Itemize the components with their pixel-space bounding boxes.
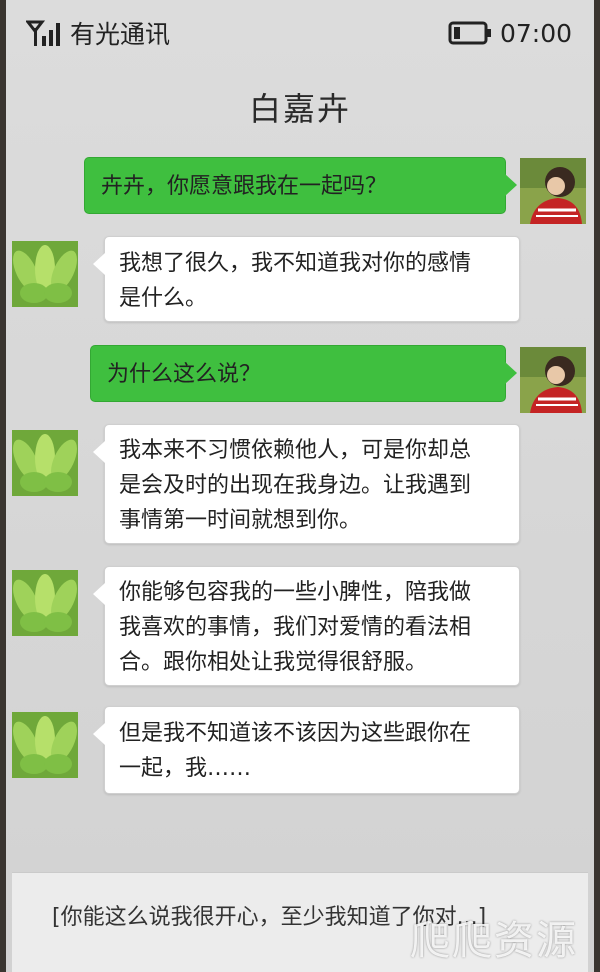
message-bubble-sent[interactable]: 为什么这么说？ [90,345,517,402]
battery-icon [448,21,492,45]
status-bar: 有光通讯 07:00 [12,0,588,66]
message-bubble-sent[interactable]: 卉卉，你愿意跟我在一起吗？ [84,157,517,214]
my-avatar[interactable] [520,158,586,224]
contact-avatar[interactable] [12,430,78,496]
status-right: 07:00 [448,19,572,48]
phone-screen: 有光通讯 07:00 白嘉卉 卉卉，你愿意跟我在一起吗？ 我想了很久，我不知道我… [0,0,600,972]
message-bubble-received[interactable]: 但是我不知道该不该因为这些跟你在 一起，我…… [93,706,520,794]
contact-avatar[interactable] [12,241,78,307]
signal-icon [24,18,64,48]
my-avatar[interactable] [520,347,586,413]
message-bubble-received[interactable]: 我本来不习惯依赖他人，可是你却总 是会及时的出现在我身边。让我遇到 事情第一时间… [93,424,520,544]
watermark: 爬爬资源 [410,918,578,964]
carrier-name: 有光通讯 [70,20,171,49]
chat-title: 白嘉卉 [248,90,351,128]
reply-option-bar[interactable]: [你能这么说我很开心，至少我知道了你对...] 爬爬资源 [12,872,588,972]
contact-avatar[interactable] [12,570,78,636]
clock: 07:00 [499,18,572,48]
message-bubble-received[interactable]: 你能够包容我的一些小脾性，陪我做 我喜欢的事情，我们对爱情的看法相 合。跟你相处… [93,566,520,686]
message-bubble-received[interactable]: 我想了很久，我不知道我对你的感情 是什么。 [93,236,520,322]
status-left: 有光通讯 [24,15,171,51]
contact-avatar[interactable] [12,712,78,778]
